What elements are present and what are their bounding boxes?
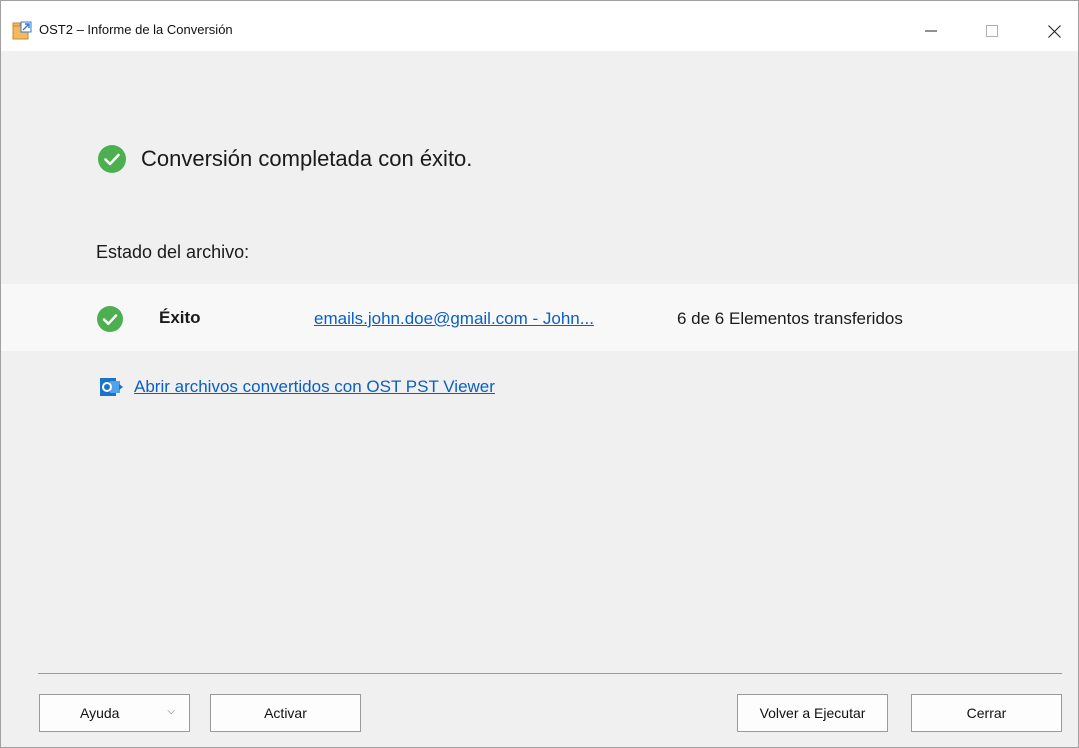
window-title: OST2 – Informe de la Conversión [39,22,233,37]
success-check-icon [97,306,123,332]
footer-divider [38,673,1062,674]
title-bar[interactable]: OST2 – Informe de la Conversión [1,1,1078,51]
output-file-link[interactable]: emails.john.doe@gmail.com - John... [314,309,594,329]
help-dropdown-button[interactable]: Ayuda ⌵ [39,694,190,732]
transferred-count: 6 de 6 Elementos transferidos [677,309,903,328]
result-row: Éxito emails.john.doe@gmail.com - John..… [1,284,1078,351]
completion-message: Conversión completada con éxito. [97,144,472,174]
maximize-button[interactable] [969,11,1015,51]
close-button[interactable]: Cerrar [911,694,1062,732]
activate-button[interactable]: Activar [210,694,361,732]
close-window-button[interactable] [1031,11,1077,51]
help-button-label: Ayuda [80,705,120,721]
ost-pst-viewer-icon [100,378,123,396]
open-viewer-link[interactable]: Abrir archivos convertidos con OST PST V… [96,374,495,400]
close-icon [1047,24,1061,38]
minimize-button[interactable] [908,11,954,51]
conversion-report-window: OST2 – Informe de la Conversión Conversi… [0,0,1079,748]
folder-export-icon [12,21,32,40]
completion-headline: Conversión completada con éxito. [141,146,473,171]
minimize-icon [925,30,937,32]
open-viewer-link-text: Abrir archivos convertidos con OST PST V… [134,377,495,396]
file-status-label: Estado del archivo: [96,242,250,262]
success-check-icon [98,145,126,173]
maximize-icon [986,25,998,37]
rerun-button[interactable]: Volver a Ejecutar [737,694,888,732]
result-status: Éxito [159,308,201,327]
chevron-down-icon: ⌵ [167,706,175,717]
